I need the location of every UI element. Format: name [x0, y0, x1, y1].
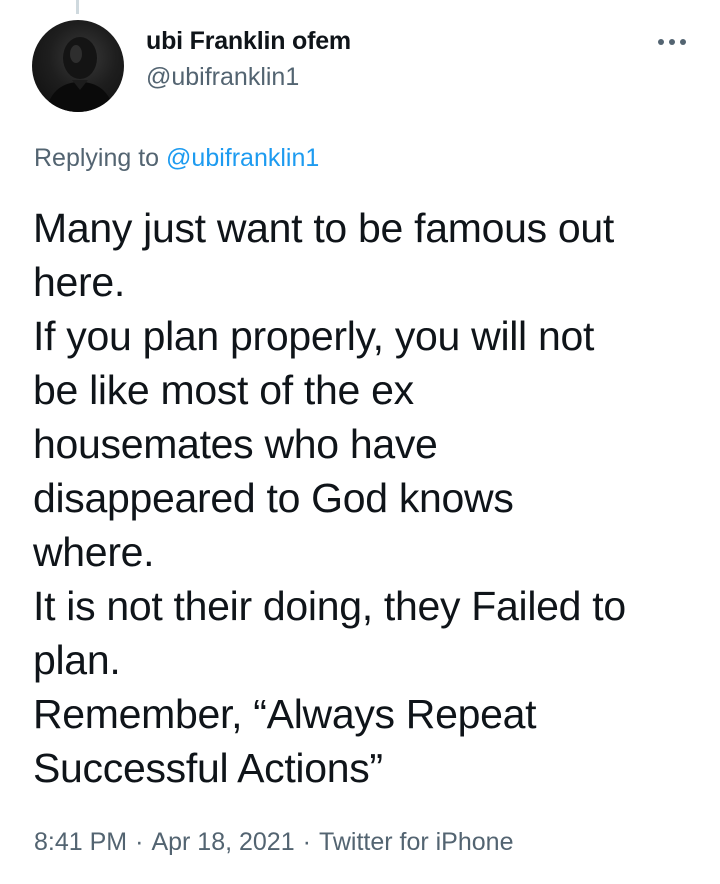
tweet-text: Many just want to be famous out here. If…: [33, 201, 703, 795]
tweet-time[interactable]: 8:41 PM: [34, 828, 127, 856]
meta-separator: ·: [302, 828, 311, 856]
thread-connector-line: [76, 0, 79, 14]
reply-context-prefix: Replying to: [34, 144, 160, 172]
author-names: ubi Franklin ofem @ubifranklin1: [146, 26, 351, 92]
tweet-text-line: housemates who have: [33, 421, 438, 467]
tweet-text-line: plan.: [33, 637, 121, 683]
more-horizontal-icon-dot-2: [669, 39, 675, 45]
tweet-text-line: where.: [33, 529, 155, 575]
tweet-text-line: Successful Actions”: [33, 745, 383, 791]
reply-mention-link[interactable]: @ubifranklin1: [166, 144, 319, 172]
tweet-source[interactable]: Twitter for iPhone: [319, 828, 514, 856]
tweet-date[interactable]: Apr 18, 2021: [151, 828, 294, 856]
tweet-text-line: Many just want to be famous out: [33, 205, 614, 251]
avatar[interactable]: [32, 20, 124, 112]
more-options-button[interactable]: [652, 28, 692, 56]
meta-separator: ·: [135, 828, 144, 856]
tweet-text-line: It is not their doing, they Failed to: [33, 583, 626, 629]
tweet-text-line: here.: [33, 259, 125, 305]
tweet-text-line: disappeared to God knows: [33, 475, 514, 521]
tweet-text-line: If you plan properly, you will not: [33, 313, 595, 359]
tweet-metadata: 8:41 PM · Apr 18, 2021 · Twitter for iPhone: [34, 826, 513, 858]
tweet-text-line: be like most of the ex: [33, 367, 414, 413]
more-horizontal-icon-dot-3: [680, 39, 686, 45]
more-horizontal-icon: [658, 39, 664, 45]
tweet-header: ubi Franklin ofem @ubifranklin1: [32, 20, 692, 112]
reply-context: Replying to @ubifranklin1: [34, 143, 319, 173]
avatar-portrait: [46, 37, 114, 112]
author-handle[interactable]: @ubifranklin1: [146, 62, 351, 92]
author-display-name[interactable]: ubi Franklin ofem: [146, 26, 351, 56]
tweet-text-line: Remember, “Always Repeat: [33, 691, 537, 737]
